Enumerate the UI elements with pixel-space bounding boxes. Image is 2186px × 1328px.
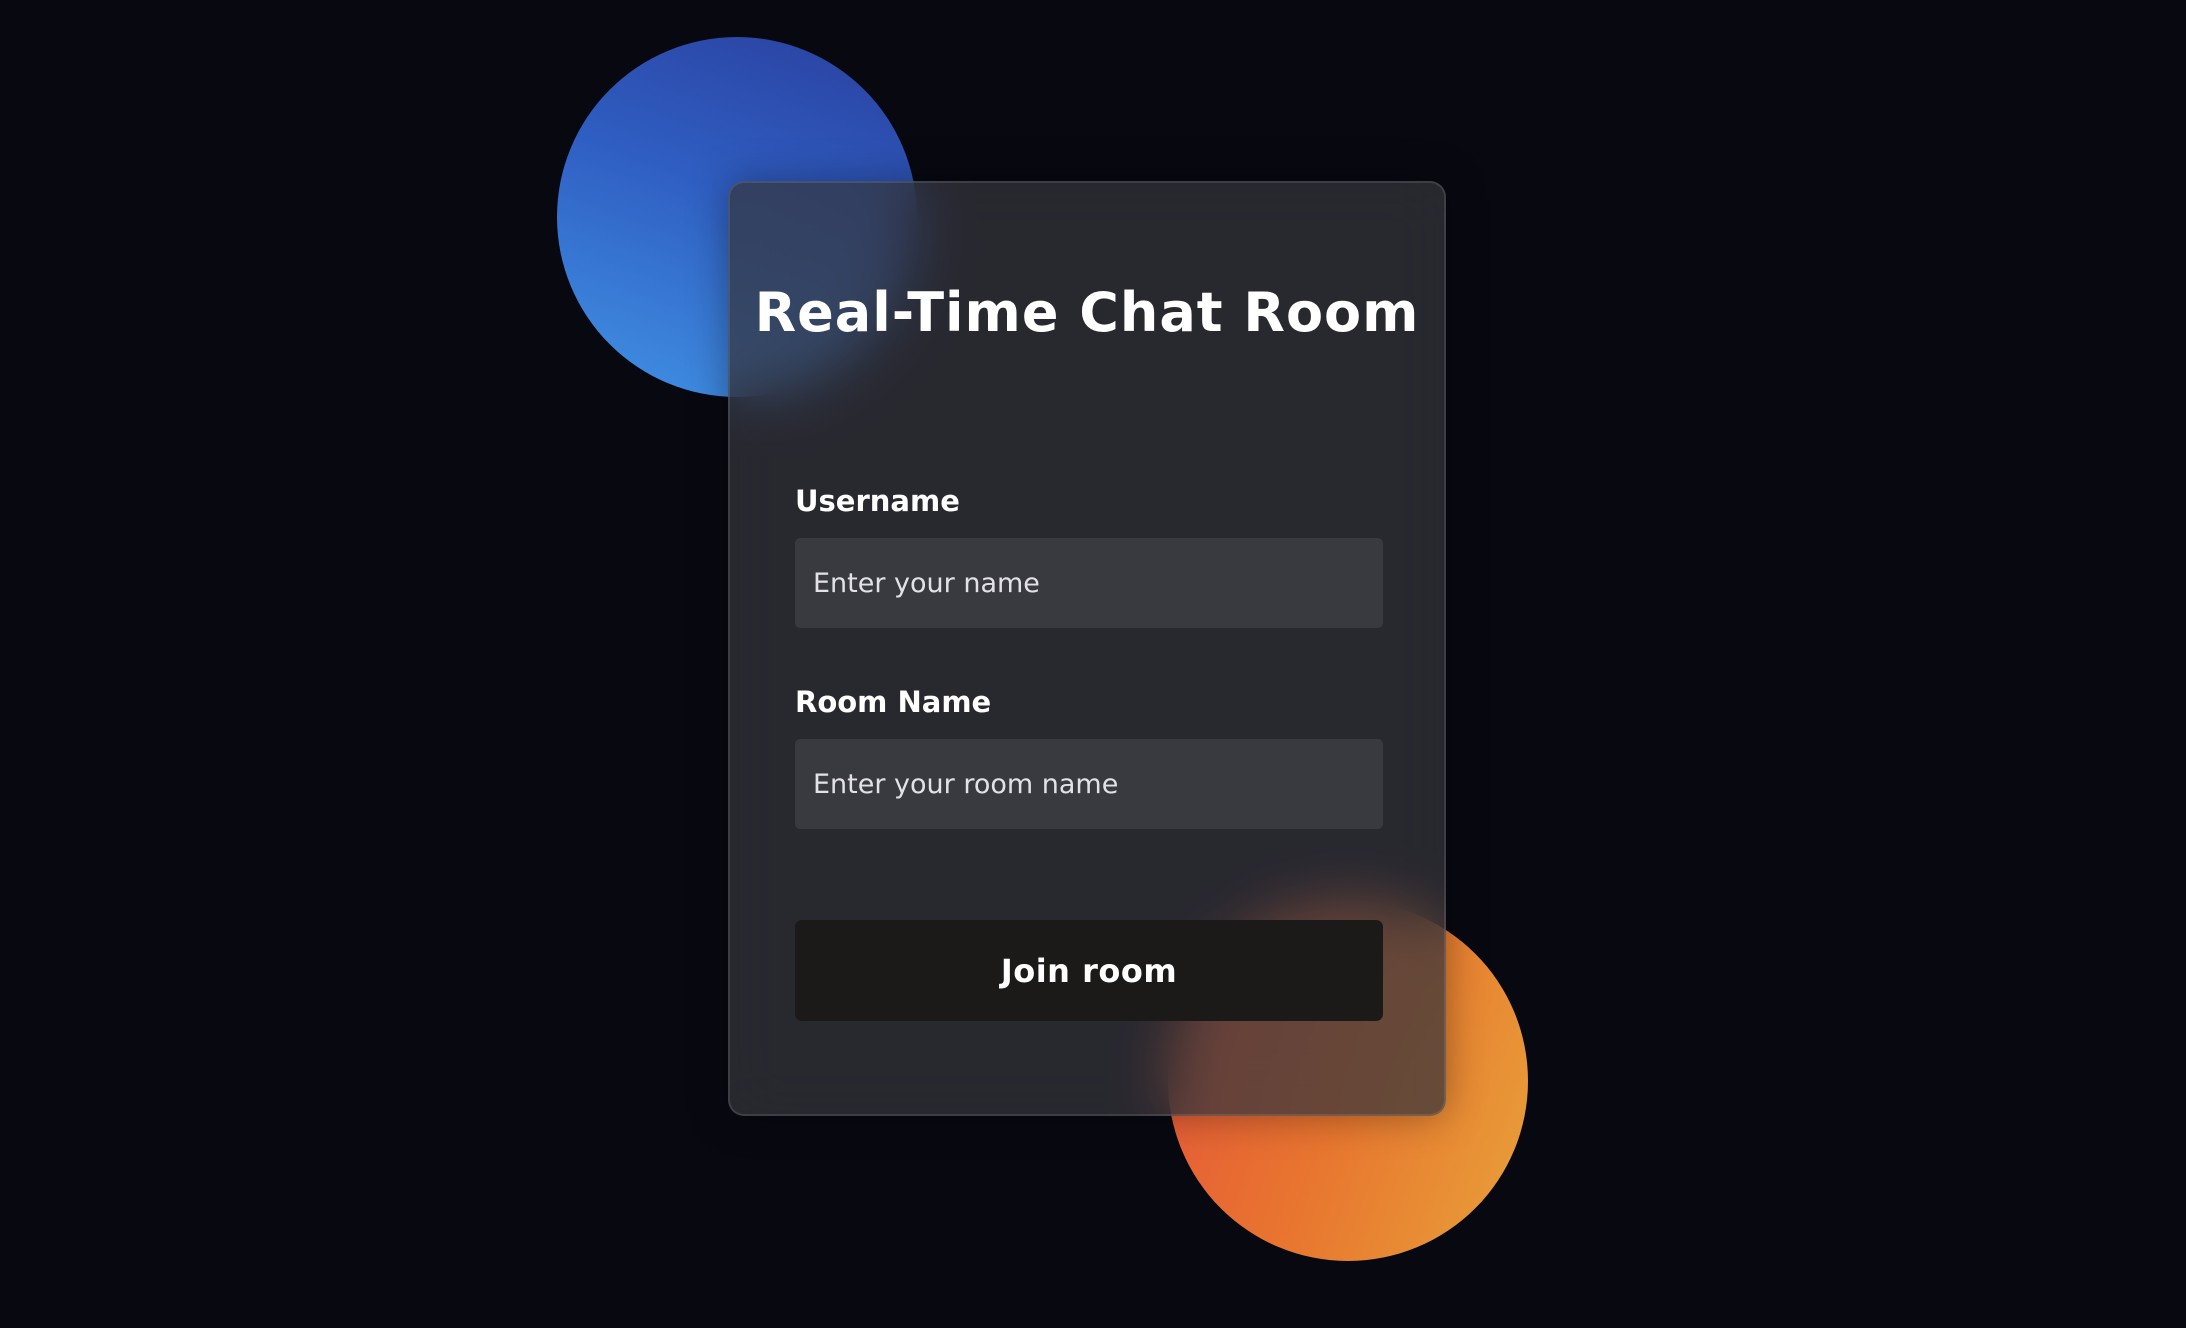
room-name-input[interactable] [795, 739, 1383, 829]
room-name-label: Room Name [795, 685, 992, 719]
page-title: Real-Time Chat Room [754, 281, 1420, 344]
username-input[interactable] [795, 538, 1383, 628]
join-room-card: Real-Time Chat Room Username Room Name J… [728, 181, 1446, 1116]
login-screen: Real-Time Chat Room Username Room Name J… [0, 0, 2186, 1328]
username-label: Username [795, 484, 960, 518]
join-room-button[interactable]: Join room [795, 920, 1383, 1021]
